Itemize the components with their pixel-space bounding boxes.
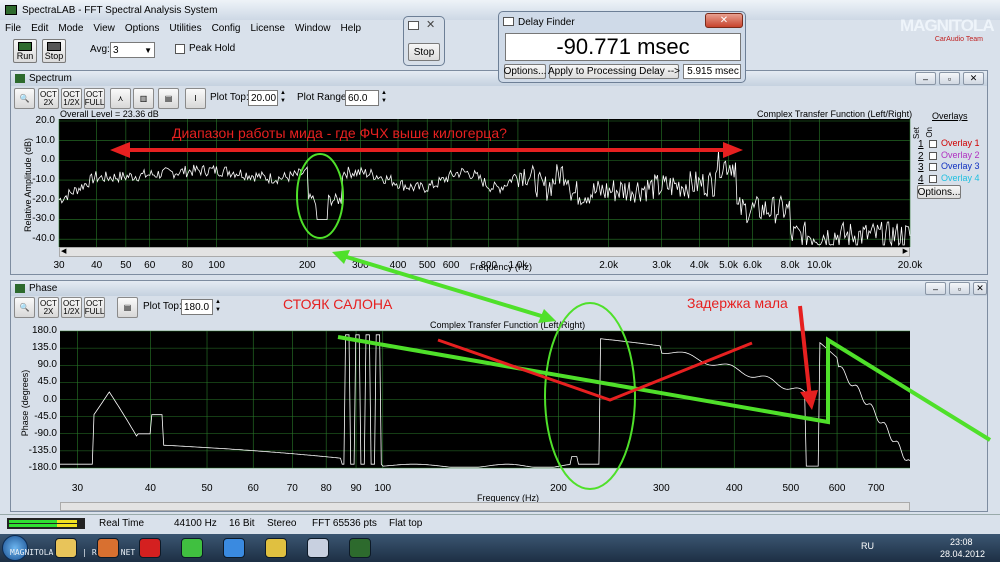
delay-finder-window: Delay Finder ✕ -90.771 msec Options... A… [498,11,746,83]
level-meter [7,518,85,529]
mini-window-icon [408,21,419,30]
mini-stop-button[interactable]: Stop [408,43,440,61]
status-rate: 44100 Hz [174,518,217,529]
status-mode: Real Time [99,518,145,529]
delay-icon [503,17,514,26]
icq-icon[interactable] [181,538,203,558]
cd-icon[interactable] [307,538,329,558]
folder-icon[interactable] [55,538,77,558]
phase-red-line [437,338,753,402]
range-arrow-right-head [723,142,743,158]
status-bits: 16 Bit [229,518,255,529]
clock-time[interactable]: 23:08 [950,537,973,547]
status-channels: Stereo [267,518,297,529]
delay-arrow-line [798,305,812,399]
taskbar: MAGNITOLA.ORG1 | RU1 | NET RU 23:08 28.0… [0,534,1000,562]
opera-icon[interactable] [139,538,161,558]
status-window: Flat top [389,518,423,529]
apply-delay-button[interactable]: Apply to Processing Delay --> [548,64,680,79]
delay-close-button[interactable]: ✕ [705,13,743,28]
close-icon[interactable]: ✕ [426,18,435,31]
spectrum-annotation: Диапазон работы мида - где ФЧХ выше кило… [172,125,507,141]
phase-trend-line [337,335,992,442]
delay-options-button[interactable]: Options... [504,64,546,79]
status-fft: FFT 65536 pts [312,518,377,529]
delay-small-value: 5.915 msec [683,64,741,79]
phase-annotation-delay: Задержка мала [687,295,788,311]
delay-title: Delay Finder [518,17,575,28]
delay-value-display: -90.771 msec [505,33,741,61]
language-indicator[interactable]: RU [861,541,874,551]
media-icon[interactable] [97,538,119,558]
spectralab-icon[interactable] [349,538,371,558]
chrome-icon[interactable] [223,538,245,558]
phase-trace [60,334,911,468]
paint-icon[interactable] [265,538,287,558]
delay-arrow-head [800,390,818,410]
status-bar: Real Time 44100 Hz 16 Bit Stereo FFT 655… [0,514,1000,532]
clock-date[interactable]: 28.04.2012 [940,549,985,559]
spectrum-trace [58,150,911,247]
range-arrow-left-head [110,142,130,158]
phase-annotation-stoyak: СТОЯК САЛОНА [283,296,393,312]
mini-control-window: ✕ Stop [403,16,445,66]
